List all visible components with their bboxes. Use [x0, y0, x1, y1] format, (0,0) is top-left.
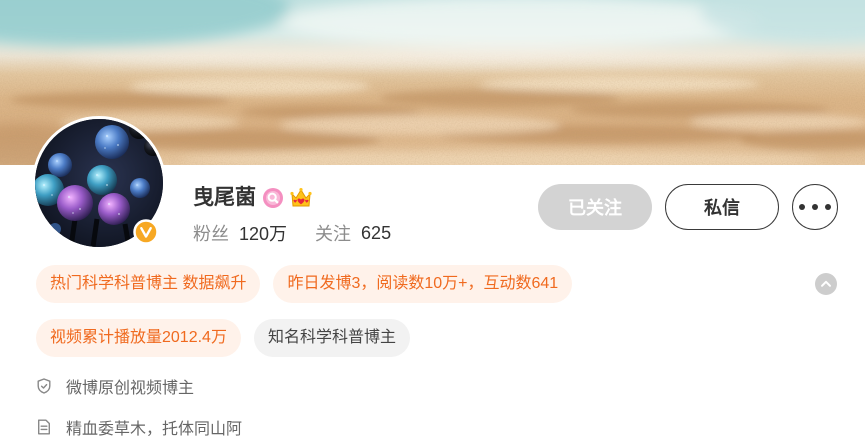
tag-video-plays[interactable]: 视频累计播放量2012.4万 [36, 319, 241, 357]
more-button[interactable] [792, 184, 838, 230]
following-stat[interactable]: 关注 625 [315, 220, 391, 246]
info-row-bio: 精血委草木，托体同山阿 [37, 416, 242, 438]
tag-hot-science-blogger[interactable]: 热门科学科普博主 数据飙升 [36, 265, 261, 303]
shield-icon [37, 378, 51, 394]
message-button[interactable]: 私信 [665, 184, 779, 230]
more-dots-icon [796, 204, 835, 210]
following-label: 关注 [315, 224, 352, 244]
tag-yesterday-stats[interactable]: 昨日发博3，阅读数10万+，互动数641 [273, 265, 573, 303]
following-count: 625 [361, 222, 392, 243]
tag-row: 热门科学科普博主 数据飙升 昨日发博3，阅读数10万+，互动数641 [36, 265, 736, 303]
profile-name: 曳尾菌 [193, 186, 256, 209]
followers-count: 120万 [239, 224, 288, 244]
document-icon [37, 419, 51, 435]
info-text: 微博原创视频博主 [66, 380, 195, 397]
collapse-button[interactable] [815, 273, 837, 295]
crown-heart-icon[interactable] [290, 187, 312, 209]
tag-row: 视频累计播放量2012.4万 知名科学科普博主 [36, 319, 736, 357]
profile-name-row: 曳尾菌 [193, 184, 312, 212]
verified-v-icon [133, 219, 159, 245]
followed-button[interactable]: 已关注 [538, 184, 652, 230]
info-row-certification: 微博原创视频博主 [37, 375, 194, 397]
profile-actions: 已关注 私信 [538, 184, 838, 230]
tag-known-science-blogger[interactable]: 知名科学科普博主 [253, 319, 410, 357]
magnifier-badge-icon[interactable] [262, 187, 284, 209]
followers-label: 粉丝 [193, 224, 229, 244]
info-text: 精血委草木，托体同山阿 [66, 421, 243, 438]
profile-stats: 粉丝 120万 关注 625 [193, 220, 419, 246]
profile-tags: 热门科学科普博主 数据飙升 昨日发博3，阅读数10万+，互动数641 视频累计播… [36, 265, 736, 373]
followers-stat[interactable]: 粉丝 120万 [193, 220, 287, 246]
chevron-up-icon [821, 280, 831, 287]
